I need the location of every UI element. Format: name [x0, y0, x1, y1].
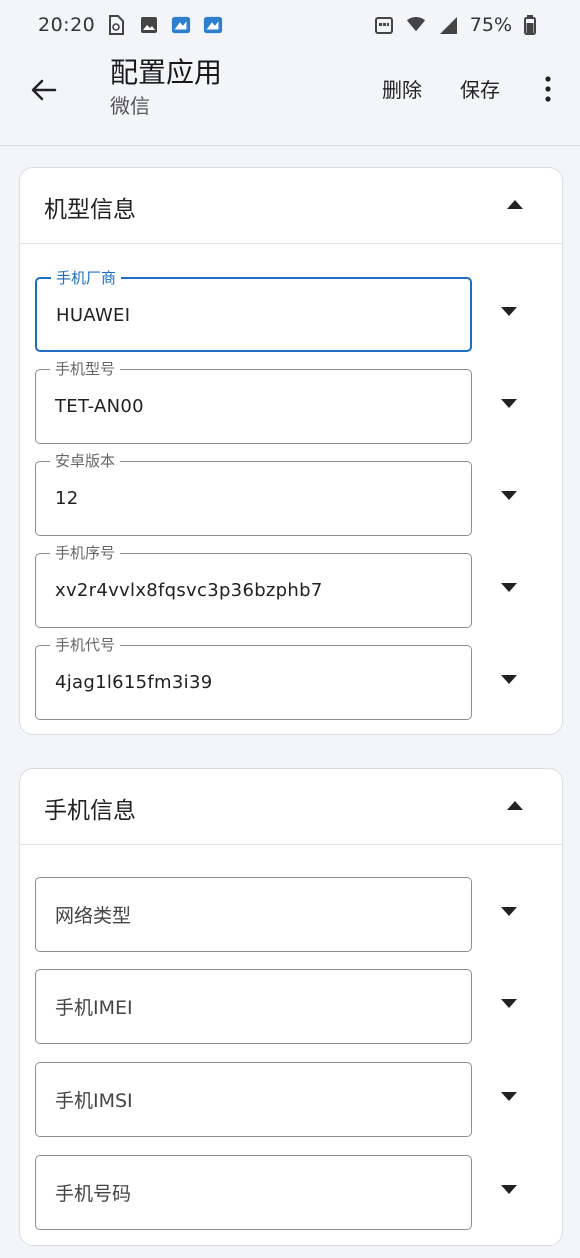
- dropdown-arrow-icon[interactable]: [500, 674, 518, 686]
- model-row: 手机型号 TET-AN00: [35, 359, 545, 444]
- imsi-row: 手机IMSI: [35, 1062, 545, 1137]
- network-type-field[interactable]: 网络类型: [35, 877, 472, 952]
- field-placeholder: 手机号码: [55, 1183, 132, 1205]
- phone-info-card: 手机信息 网络类型 手机IMEI 手机IMSI 手机号码: [19, 768, 563, 1246]
- android-version-field[interactable]: 安卓版本 12: [35, 451, 472, 536]
- manufacturer-row: 手机厂商 HUAWEI: [35, 268, 545, 352]
- sim-card-icon: [107, 15, 127, 35]
- phone-info-title: 手机信息: [44, 798, 136, 824]
- imei-field[interactable]: 手机IMEI: [35, 969, 472, 1044]
- app-bar-divider: [0, 145, 580, 146]
- field-label: 安卓版本: [50, 451, 121, 471]
- status-time: 20:20: [38, 14, 96, 36]
- dropdown-arrow-icon[interactable]: [500, 398, 518, 410]
- field-placeholder: 手机IMSI: [55, 1090, 133, 1112]
- phone-number-field[interactable]: 手机号码: [35, 1155, 472, 1230]
- dropdown-arrow-icon[interactable]: [500, 306, 518, 318]
- arrow-left-icon: [31, 79, 57, 101]
- status-bar: 20:20 75%: [0, 0, 580, 50]
- dropdown-arrow-icon[interactable]: [500, 582, 518, 594]
- phone-number-row: 手机号码: [35, 1155, 545, 1230]
- field-value: TET-AN00: [55, 396, 144, 417]
- serial-field[interactable]: 手机序号 xv2r4vvlx8fqsvc3p36bzphb7: [35, 543, 472, 628]
- field-value: 4jag1l615fm3i39: [55, 672, 213, 693]
- field-placeholder: 网络类型: [55, 905, 132, 927]
- app-notification-icon: [203, 15, 223, 35]
- battery-icon: [524, 15, 544, 35]
- dropdown-arrow-icon[interactable]: [500, 998, 518, 1010]
- more-options-button[interactable]: [536, 72, 560, 106]
- imei-row: 手机IMEI: [35, 969, 545, 1044]
- serial-row: 手机序号 xv2r4vvlx8fqsvc3p36bzphb7: [35, 543, 545, 628]
- field-placeholder: 手机IMEI: [55, 997, 133, 1019]
- battery-percent: 75%: [469, 14, 512, 36]
- dropdown-arrow-icon[interactable]: [500, 906, 518, 918]
- field-label: 手机代号: [50, 635, 121, 655]
- page-title: 配置应用: [110, 56, 223, 89]
- model-field[interactable]: 手机型号 TET-AN00: [35, 359, 472, 444]
- device-info-header[interactable]: 机型信息: [20, 168, 562, 244]
- app-notification-icon: [171, 15, 191, 35]
- signal-icon: [438, 15, 458, 35]
- calendar-icon: [374, 15, 394, 35]
- codename-row: 手机代号 4jag1l615fm3i39: [35, 635, 545, 720]
- back-button[interactable]: [26, 72, 62, 108]
- wifi-icon: [406, 15, 426, 35]
- image-icon: [139, 15, 159, 35]
- chevron-up-icon[interactable]: [506, 198, 524, 210]
- dropdown-arrow-icon[interactable]: [500, 490, 518, 502]
- save-button[interactable]: 保存: [460, 74, 500, 103]
- device-info-card: 机型信息 手机厂商 HUAWEI 手机型号 TET-AN00 安卓版本 12 手…: [19, 167, 563, 735]
- page-subtitle: 微信: [110, 94, 150, 118]
- dropdown-arrow-icon[interactable]: [500, 1184, 518, 1196]
- phone-info-header[interactable]: 手机信息: [20, 769, 562, 845]
- field-value: HUAWEI: [56, 305, 131, 326]
- android-version-row: 安卓版本 12: [35, 451, 545, 536]
- chevron-up-icon[interactable]: [506, 799, 524, 811]
- codename-field[interactable]: 手机代号 4jag1l615fm3i39: [35, 635, 472, 720]
- network-type-row: 网络类型: [35, 877, 545, 952]
- field-label: 手机型号: [50, 359, 121, 379]
- dropdown-arrow-icon[interactable]: [500, 1091, 518, 1103]
- manufacturer-field[interactable]: 手机厂商 HUAWEI: [35, 268, 472, 352]
- imsi-field[interactable]: 手机IMSI: [35, 1062, 472, 1137]
- field-value: 12: [55, 488, 79, 509]
- device-info-title: 机型信息: [44, 197, 136, 223]
- field-value: xv2r4vvlx8fqsvc3p36bzphb7: [55, 580, 323, 601]
- app-bar: 配置应用 微信 删除 保存: [0, 50, 580, 145]
- field-label: 手机厂商: [51, 268, 122, 288]
- field-label: 手机序号: [50, 543, 121, 563]
- delete-button[interactable]: 删除: [382, 74, 422, 103]
- more-vertical-icon: [545, 76, 551, 102]
